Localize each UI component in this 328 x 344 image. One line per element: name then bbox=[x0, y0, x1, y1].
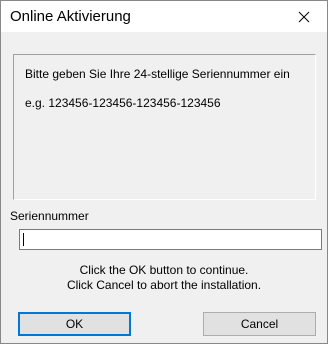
activation-dialog: Online Aktivierung Bitte geben Sie Ihre … bbox=[0, 0, 328, 344]
serial-number-label: Seriennummer bbox=[10, 209, 89, 223]
continue-message: Click the OK button to continue. bbox=[79, 263, 249, 277]
abort-message: Click Cancel to abort the installation. bbox=[66, 278, 262, 292]
instruction-text: Bitte geben Sie Ihre 24-stellige Serienn… bbox=[25, 67, 290, 81]
close-button[interactable] bbox=[281, 1, 327, 32]
cancel-button[interactable]: Cancel bbox=[203, 312, 316, 336]
close-icon bbox=[298, 11, 310, 23]
ok-button[interactable]: OK bbox=[18, 312, 131, 336]
text-caret bbox=[23, 233, 24, 246]
serial-example-text: e.g. 123456-123456-123456-123456 bbox=[25, 96, 221, 110]
title-bar[interactable]: Online Aktivierung bbox=[1, 1, 327, 32]
serial-number-input[interactable] bbox=[19, 229, 322, 250]
info-panel: Bitte geben Sie Ihre 24-stellige Serienn… bbox=[13, 54, 316, 200]
window-title: Online Aktivierung bbox=[10, 8, 131, 25]
